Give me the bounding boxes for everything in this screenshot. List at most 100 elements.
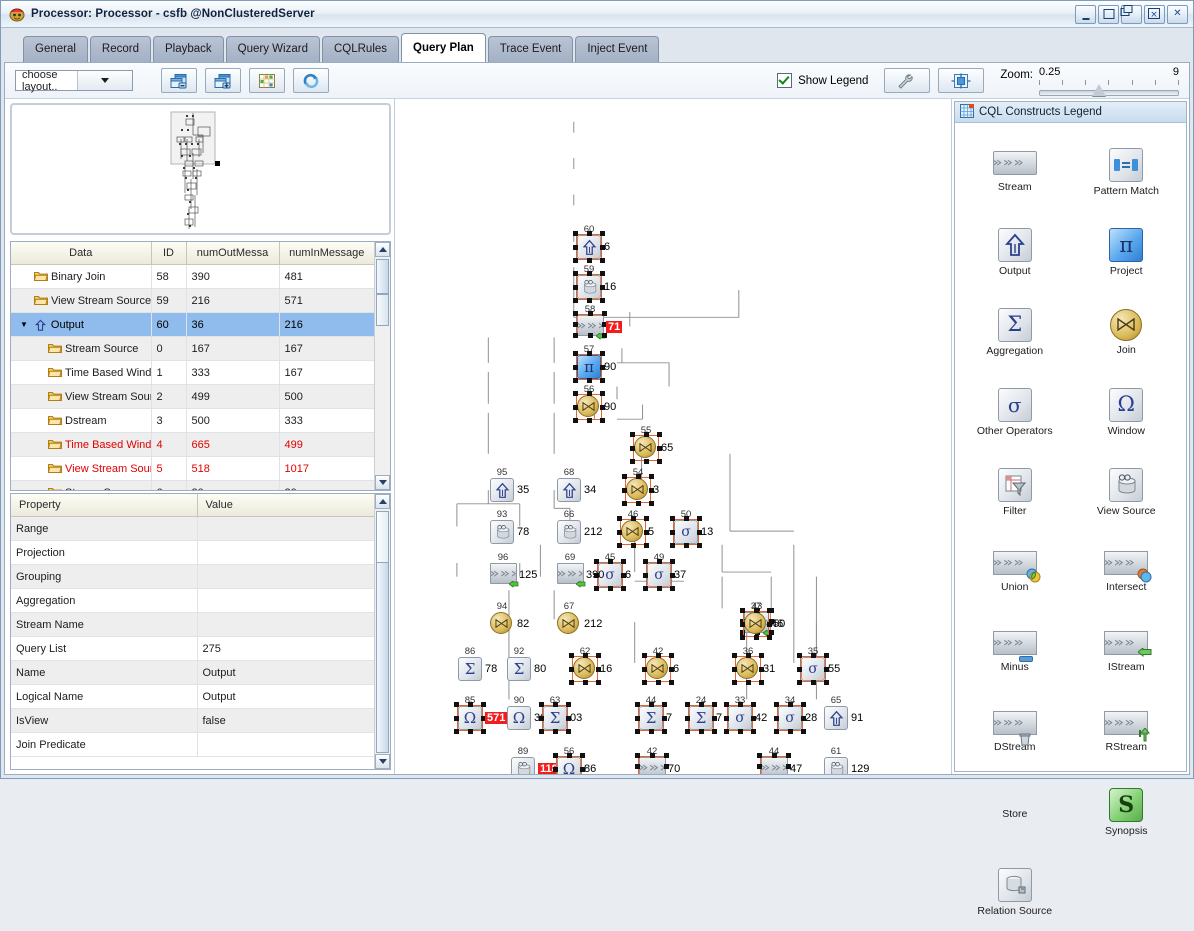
scroll-down-button[interactable] xyxy=(375,475,390,490)
graph-node[interactable]: 96125 xyxy=(490,563,516,587)
graph-node[interactable]: 86Σ78 xyxy=(458,657,482,681)
table-row[interactable]: Time Based Wind1333167 xyxy=(11,361,390,385)
graph-node[interactable]: 33σ42 xyxy=(728,706,752,730)
graph-node[interactable]: 606 xyxy=(577,235,601,259)
show-legend-control[interactable]: Show Legend xyxy=(777,73,868,88)
column-header-data[interactable]: Data xyxy=(11,242,151,265)
property-table-scrollbar[interactable] xyxy=(374,494,390,769)
tab-query-wizard[interactable]: Query Wizard xyxy=(226,36,320,62)
graph-node[interactable]: 90Ω301 xyxy=(507,706,531,730)
graph-node[interactable]: 34σ28 xyxy=(778,706,802,730)
graph-node[interactable]: 5565 xyxy=(634,436,658,460)
graph-node[interactable]: 3631 xyxy=(736,657,760,681)
table-row[interactable]: Binary Join58390481 xyxy=(11,265,390,289)
table-row[interactable]: View Stream Sour2499500 xyxy=(11,385,390,409)
zoom-control[interactable]: Zoom: 0.25 9 xyxy=(1000,66,1179,96)
layout-combo[interactable]: choose layout.. xyxy=(15,70,133,91)
graph-node[interactable]: 56Ω86 xyxy=(557,757,581,774)
refresh-button[interactable] xyxy=(293,68,329,93)
graph-node[interactable]: 50σ13 xyxy=(674,520,698,544)
property-row[interactable]: NameOutput xyxy=(11,661,390,685)
graph-node[interactable]: 85Ω571 xyxy=(458,706,482,730)
prop-scroll-thumb[interactable] xyxy=(376,562,389,753)
graph-node[interactable]: 69390 xyxy=(557,563,583,587)
table-row[interactable]: Stream Source62020 xyxy=(11,481,390,492)
graph-node[interactable]: 67212 xyxy=(557,612,581,636)
property-row[interactable]: Grouping xyxy=(11,565,390,589)
graph-node[interactable]: 89118 xyxy=(511,757,535,774)
property-row[interactable]: Logical NameOutput xyxy=(11,685,390,709)
table-row[interactable]: Dstream3500333 xyxy=(11,409,390,433)
property-row[interactable]: Range xyxy=(11,517,390,541)
graph-node[interactable]: 6216 xyxy=(573,657,597,681)
column-header-property[interactable]: Property xyxy=(11,494,197,517)
graph-node[interactable]: 9535 xyxy=(490,478,514,502)
tab-query-plan[interactable]: Query Plan xyxy=(401,33,486,62)
zoom-slider[interactable]: 0.25 9 xyxy=(1039,66,1179,96)
column-header-numinmessage[interactable]: numInMessage xyxy=(279,242,375,265)
tab-general[interactable]: General xyxy=(23,36,88,62)
column-header-id[interactable]: ID xyxy=(151,242,186,265)
show-legend-checkbox[interactable] xyxy=(777,73,792,88)
graph-node[interactable]: 465 xyxy=(621,520,645,544)
fit-to-screen-button[interactable] xyxy=(938,68,984,93)
tab-cqlrules[interactable]: CQLRules xyxy=(322,36,399,62)
graph-node[interactable]: 49σ37 xyxy=(647,563,671,587)
restore-button[interactable] xyxy=(1121,5,1142,24)
prop-scroll-track-top[interactable] xyxy=(376,511,389,563)
collapse-all-button[interactable] xyxy=(161,68,197,93)
property-row[interactable]: Join Predicate xyxy=(11,733,390,757)
data-table-scrollbar[interactable] xyxy=(374,242,390,490)
expand-triangle-icon[interactable]: ▼ xyxy=(20,320,28,329)
graph-node[interactable]: 63Σ03 xyxy=(543,706,567,730)
prop-scroll-up-button[interactable] xyxy=(375,494,390,509)
scroll-thumb[interactable] xyxy=(376,259,389,294)
graph-node[interactable]: 543 xyxy=(626,478,650,502)
column-header-value[interactable]: Value xyxy=(197,494,375,517)
graph-node[interactable]: 4447 xyxy=(761,757,787,774)
graph-node[interactable]: 66212 xyxy=(557,520,581,544)
graph-node[interactable]: 3746 xyxy=(744,612,768,636)
graph-node[interactable]: 35σ55 xyxy=(801,657,825,681)
tab-record[interactable]: Record xyxy=(90,36,151,62)
zoom-slider-thumb[interactable] xyxy=(1092,84,1106,96)
property-row[interactable]: IsViewfalse xyxy=(11,709,390,733)
graph-node[interactable]: 4270 xyxy=(639,757,665,774)
tab-playback[interactable]: Playback xyxy=(153,36,224,62)
table-row[interactable]: Stream Source0167167 xyxy=(11,337,390,361)
graph-node[interactable]: 5916 xyxy=(577,275,601,299)
table-row[interactable]: View Stream Source59216571 xyxy=(11,289,390,313)
expand-all-button[interactable] xyxy=(205,68,241,93)
table-row[interactable]: Time Based Wind4665499 xyxy=(11,433,390,457)
prop-scroll-down-button[interactable] xyxy=(375,754,390,769)
property-row[interactable]: Query List275 xyxy=(11,637,390,661)
query-plan-canvas[interactable]: 6065916587157π905690556554346550σ1345σ64… xyxy=(394,99,952,774)
maximize-button[interactable] xyxy=(1098,5,1119,24)
close-all-button[interactable]: × xyxy=(1144,5,1165,24)
scroll-thumb-grip[interactable] xyxy=(376,294,389,326)
grid-view-button[interactable] xyxy=(249,68,285,93)
zoom-slider-track[interactable] xyxy=(1039,90,1179,96)
graph-node[interactable]: 9482 xyxy=(490,612,514,636)
tab-trace-event[interactable]: Trace Event xyxy=(488,36,574,62)
table-row[interactable]: ▼Output6036216 xyxy=(11,313,390,337)
table-row[interactable]: View Stream Sour55181017 xyxy=(11,457,390,481)
property-row[interactable]: Aggregation xyxy=(11,589,390,613)
graph-overview-panel[interactable] xyxy=(10,103,391,235)
minimize-button[interactable] xyxy=(1075,5,1096,24)
property-row[interactable]: Projection xyxy=(11,541,390,565)
graph-node[interactable]: 9378 xyxy=(490,520,514,544)
close-button[interactable]: ✕ xyxy=(1167,5,1188,24)
graph-node[interactable]: 5871 xyxy=(577,315,603,339)
graph-node[interactable]: 5690 xyxy=(577,395,601,419)
scroll-up-button[interactable] xyxy=(375,242,390,257)
property-row[interactable]: Stream Name xyxy=(11,613,390,637)
graph-node[interactable]: 61129 xyxy=(824,757,848,774)
graph-node[interactable]: 92Σ80 xyxy=(507,657,531,681)
column-header-numoutmessage[interactable]: numOutMessa xyxy=(186,242,279,265)
graph-node[interactable]: 426 xyxy=(646,657,670,681)
graph-node[interactable]: 6591 xyxy=(824,706,848,730)
settings-button[interactable] xyxy=(884,68,930,93)
graph-node[interactable]: 44Σ7 xyxy=(639,706,663,730)
graph-node[interactable]: 57π90 xyxy=(577,355,601,379)
